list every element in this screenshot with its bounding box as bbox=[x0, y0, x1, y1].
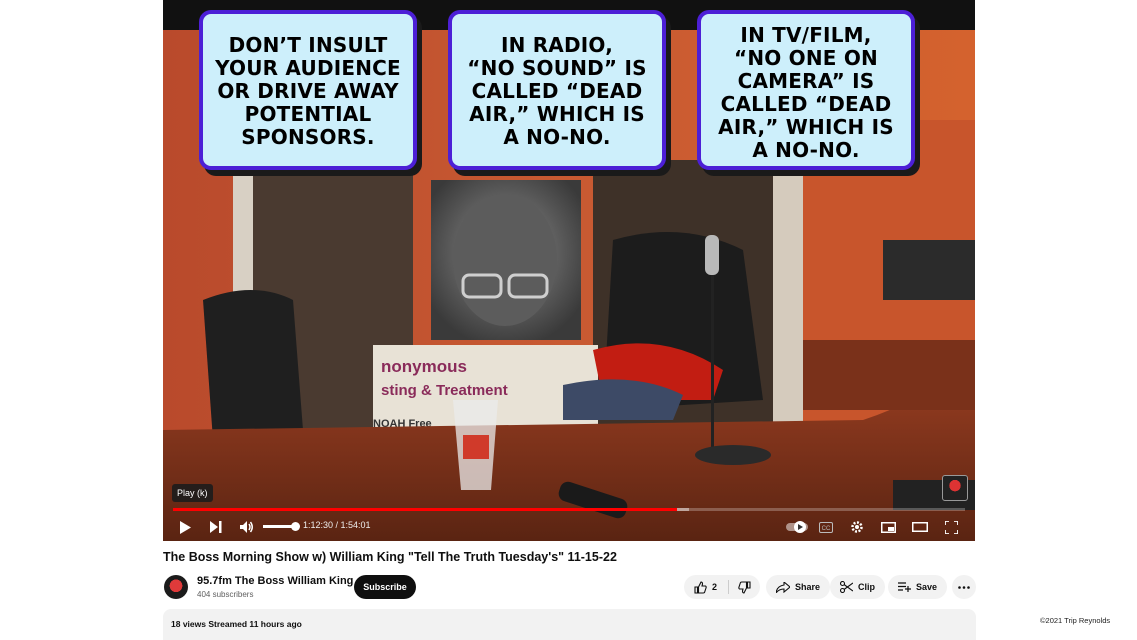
captions-icon: CC bbox=[819, 521, 833, 533]
share-label: Share bbox=[795, 582, 821, 592]
next-button[interactable] bbox=[205, 516, 227, 538]
play-tooltip: Play (k) bbox=[172, 484, 213, 502]
svg-text:CC: CC bbox=[822, 526, 831, 532]
dislike-button[interactable] bbox=[729, 575, 760, 599]
theater-button[interactable] bbox=[909, 516, 931, 538]
settings-icon bbox=[851, 521, 863, 533]
copyright-notice: ©2021 Trip Reynolds bbox=[1040, 616, 1111, 625]
thumbs-up-icon bbox=[694, 580, 707, 594]
theater-icon bbox=[912, 522, 928, 532]
thumbs-down-icon bbox=[738, 580, 751, 594]
volume-knob[interactable] bbox=[291, 522, 300, 531]
like-button[interactable]: 2 bbox=[684, 575, 728, 599]
progress-buffered bbox=[676, 508, 689, 511]
share-icon bbox=[776, 581, 790, 593]
save-button[interactable]: Save bbox=[888, 575, 948, 599]
mute-button[interactable] bbox=[236, 516, 258, 538]
time-display: 1:12:30 / 1:54:01 bbox=[303, 520, 371, 530]
callout-tv-film: IN TV/FILM, “NO ONE ON CAMERA” IS CALLED… bbox=[697, 10, 915, 170]
captions-button[interactable]: CC bbox=[815, 516, 837, 538]
play-tooltip-text: Play (k) bbox=[177, 488, 208, 498]
play-icon bbox=[180, 520, 191, 534]
callout-audience-text: DON’T INSULT YOUR AUDIENCE OR DRIVE AWAY… bbox=[215, 33, 401, 149]
clip-label: Clip bbox=[858, 582, 875, 592]
miniplayer-icon bbox=[880, 521, 896, 533]
fullscreen-button[interactable] bbox=[940, 516, 962, 538]
callout-audience: DON’T INSULT YOUR AUDIENCE OR DRIVE AWAY… bbox=[199, 10, 417, 170]
next-icon bbox=[210, 521, 222, 533]
player-controls: 1:12:30 / 1:54:01 CC bbox=[163, 512, 975, 541]
share-button[interactable]: Share bbox=[766, 575, 831, 599]
progress-played bbox=[173, 508, 677, 511]
svg-text:sting & Treatment: sting & Treatment bbox=[381, 382, 508, 399]
autoplay-icon bbox=[786, 521, 808, 533]
save-label: Save bbox=[916, 582, 938, 592]
like-dislike-group: 2 bbox=[684, 575, 760, 599]
like-count: 2 bbox=[712, 582, 718, 592]
scissors-icon bbox=[840, 581, 853, 593]
settings-button[interactable] bbox=[846, 516, 868, 538]
playlist-add-icon bbox=[898, 582, 911, 592]
progress-bar[interactable] bbox=[173, 508, 965, 511]
callout-radio: IN RADIO, “NO SOUND” IS CALLED “DEAD AIR… bbox=[448, 10, 666, 170]
play-button[interactable] bbox=[174, 516, 196, 538]
volume-icon bbox=[240, 521, 253, 533]
subscriber-count: 404 subscribers bbox=[197, 590, 254, 599]
autoplay-toggle[interactable] bbox=[785, 516, 811, 538]
channel-avatar[interactable] bbox=[164, 575, 188, 599]
volume-slider[interactable] bbox=[263, 522, 300, 531]
clip-button[interactable]: Clip bbox=[830, 575, 885, 599]
svg-text:nonymous: nonymous bbox=[381, 357, 467, 376]
fullscreen-icon bbox=[944, 520, 958, 534]
channel-name[interactable]: 95.7fm The Boss William King bbox=[197, 575, 353, 587]
video-title: The Boss Morning Show w) William King "T… bbox=[163, 550, 617, 564]
more-horizontal-icon bbox=[958, 585, 970, 589]
miniplayer-button[interactable] bbox=[877, 516, 899, 538]
channel-watermark-logo[interactable] bbox=[942, 475, 968, 501]
view-stats: 18 views Streamed 11 hours ago bbox=[171, 619, 302, 629]
description-box[interactable]: 18 views Streamed 11 hours ago bbox=[163, 609, 976, 640]
callout-tv-film-text: IN TV/FILM, “NO ONE ON CAMERA” IS CALLED… bbox=[718, 23, 894, 162]
more-actions-button[interactable] bbox=[952, 575, 976, 599]
subscribe-button[interactable]: Subscribe bbox=[354, 575, 416, 599]
callout-radio-text: IN RADIO, “NO SOUND” IS CALLED “DEAD AIR… bbox=[467, 33, 647, 149]
